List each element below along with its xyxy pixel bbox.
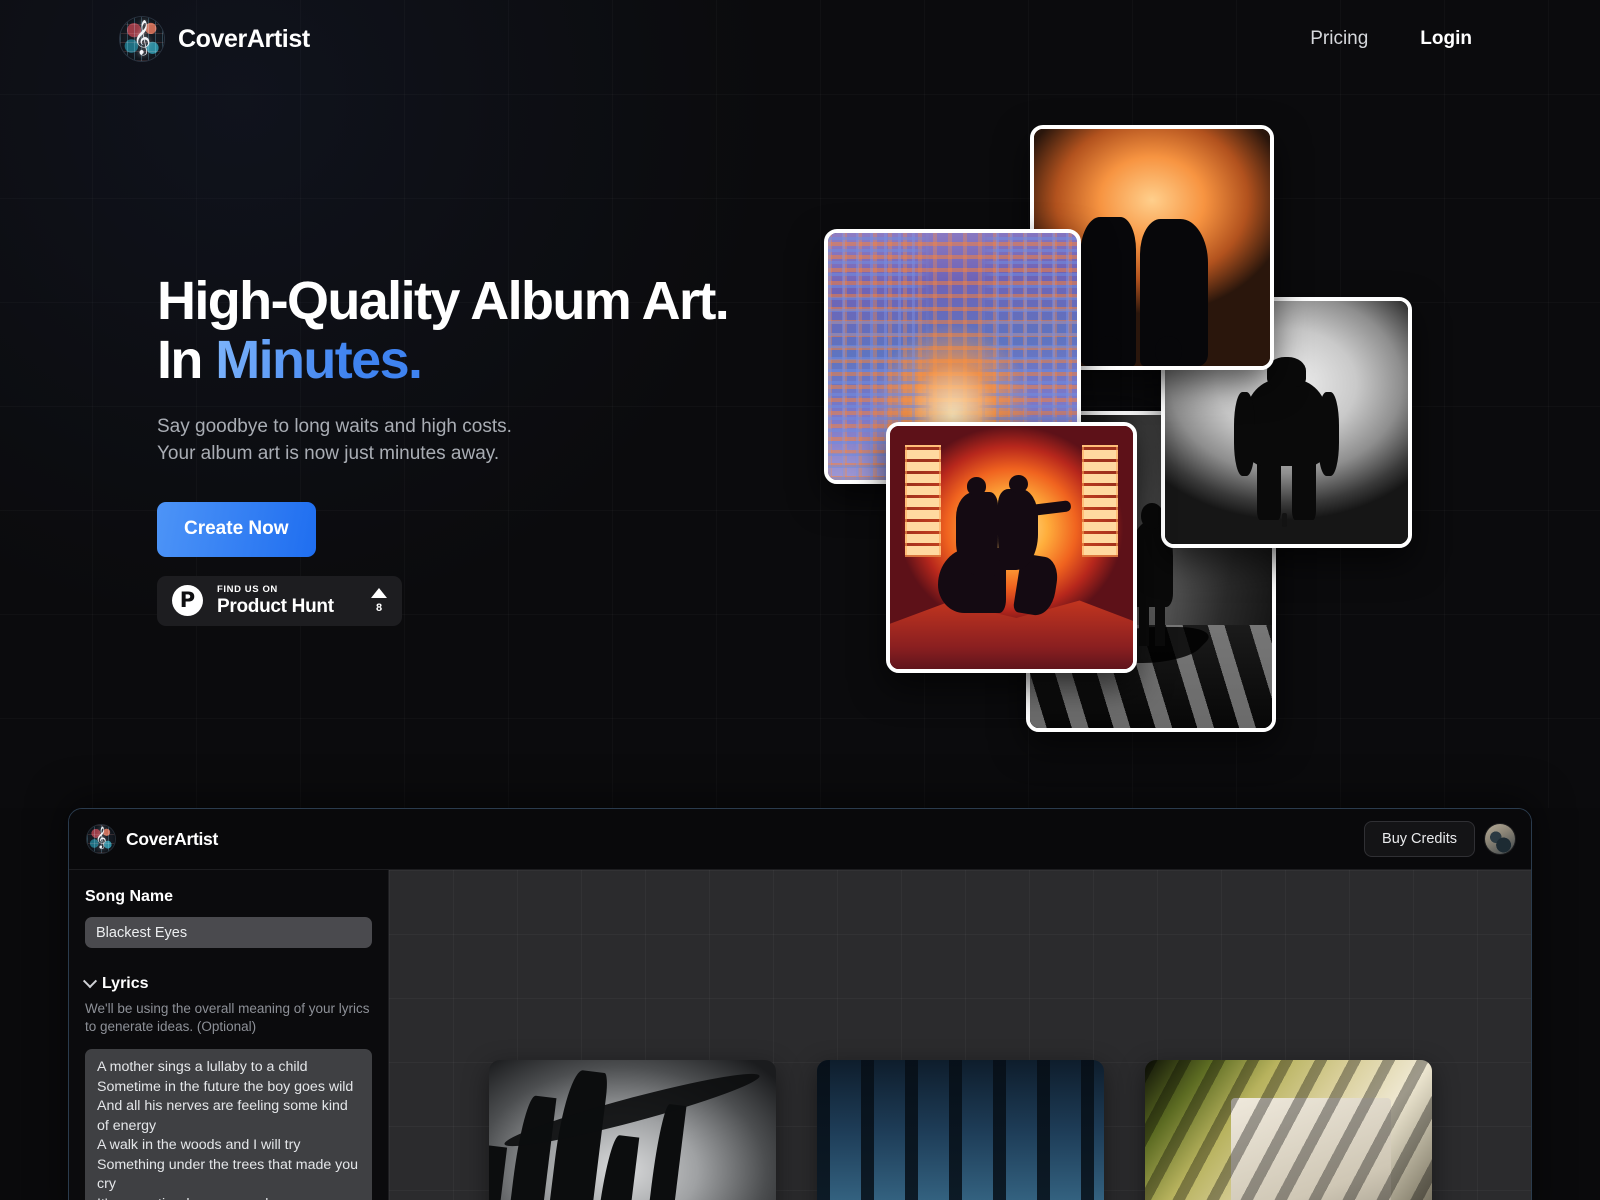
lyrics-section-title: Lyrics — [102, 975, 149, 992]
create-now-button[interactable]: Create Now — [157, 501, 316, 557]
nav-link-pricing[interactable]: Pricing — [1310, 28, 1368, 50]
lyrics-hint: We'll be using the overall meaning of yo… — [85, 1001, 370, 1034]
music-note-logo-icon — [87, 825, 115, 853]
product-hunt-upvote[interactable]: 8 — [367, 587, 387, 614]
product-hunt-icon: P — [172, 585, 203, 617]
song-name-input[interactable] — [85, 917, 372, 948]
app-logo-wrapper — [87, 825, 115, 853]
dance-art-canvas — [890, 426, 1133, 669]
hero-subtitle: Say goodbye to long waits and high costs… — [157, 414, 817, 468]
window-left — [904, 445, 942, 558]
upvote-triangle-icon — [371, 587, 387, 598]
brand-name: CoverArtist — [178, 24, 310, 53]
brand-logo-link[interactable]: CoverArtist — [120, 17, 310, 61]
dancing-couple-fire-artwork — [886, 422, 1137, 673]
tiny-human-silhouette — [1281, 513, 1287, 527]
creature-silhouette — [1234, 356, 1339, 521]
couple-silhouette — [1074, 167, 1230, 366]
song-name-label: Song Name — [85, 888, 174, 905]
app-preview-window: CoverArtist Buy Credits Song Name Lyrics… — [68, 808, 1532, 1200]
generated-covers-gallery — [389, 1060, 1531, 1200]
headline-line-2-prefix: In — [157, 329, 216, 390]
hero-copy: High-Quality Album Art. In Minutes. Say … — [157, 272, 817, 626]
landing-page: CoverArtist Pricing Login High-Quality A… — [0, 0, 1600, 1200]
chevron-down-icon — [82, 974, 98, 989]
headline-accent-word: Minutes. — [215, 329, 423, 390]
hero-subtitle-line-1: Say goodbye to long waits and high costs… — [157, 415, 512, 437]
nav-link-login[interactable]: Login — [1420, 28, 1472, 50]
golden-doorway-cover[interactable] — [1144, 1060, 1432, 1200]
buy-credits-button[interactable]: Buy Credits — [1364, 821, 1475, 857]
window-right — [1081, 445, 1119, 558]
blue-misty-forest-cover[interactable] — [816, 1060, 1104, 1200]
music-note-logo-icon — [120, 17, 164, 61]
page-title: High-Quality Album Art. In Minutes. — [157, 272, 817, 390]
headline-line-1: High-Quality Album Art. — [157, 271, 730, 331]
product-hunt-small-label: FIND US ON — [217, 583, 278, 595]
app-main-canvas — [389, 870, 1531, 1200]
product-hunt-badge[interactable]: P FIND US ON Product Hunt 8 — [157, 575, 402, 626]
upvote-count: 8 — [375, 601, 383, 614]
top-navigation-bar: CoverArtist Pricing Login — [0, 0, 1600, 78]
app-sidebar: Song Name Lyrics We'll be using the over… — [69, 870, 389, 1200]
dark-tree-branches-cover[interactable] — [488, 1060, 776, 1200]
product-hunt-text: FIND US ON Product Hunt — [217, 585, 353, 617]
app-topbar: CoverArtist Buy Credits — [69, 809, 1531, 870]
lyrics-section-header[interactable]: Lyrics — [82, 974, 372, 993]
product-hunt-big-label: Product Hunt — [217, 596, 334, 618]
dancing-couple-silhouette — [937, 474, 1079, 619]
app-body: Song Name Lyrics We'll be using the over… — [69, 870, 1531, 1200]
nav-links: Pricing Login — [1310, 28, 1472, 50]
avatar[interactable] — [1485, 824, 1515, 854]
app-brand[interactable]: CoverArtist — [87, 825, 218, 853]
hero-subtitle-line-2: Your album art is now just minutes away. — [157, 442, 500, 464]
lyrics-textarea[interactable] — [85, 1048, 372, 1200]
app-brand-name: CoverArtist — [126, 828, 219, 849]
app-topbar-actions: Buy Credits — [1364, 821, 1515, 857]
hero-artwork-collage — [820, 120, 1440, 750]
